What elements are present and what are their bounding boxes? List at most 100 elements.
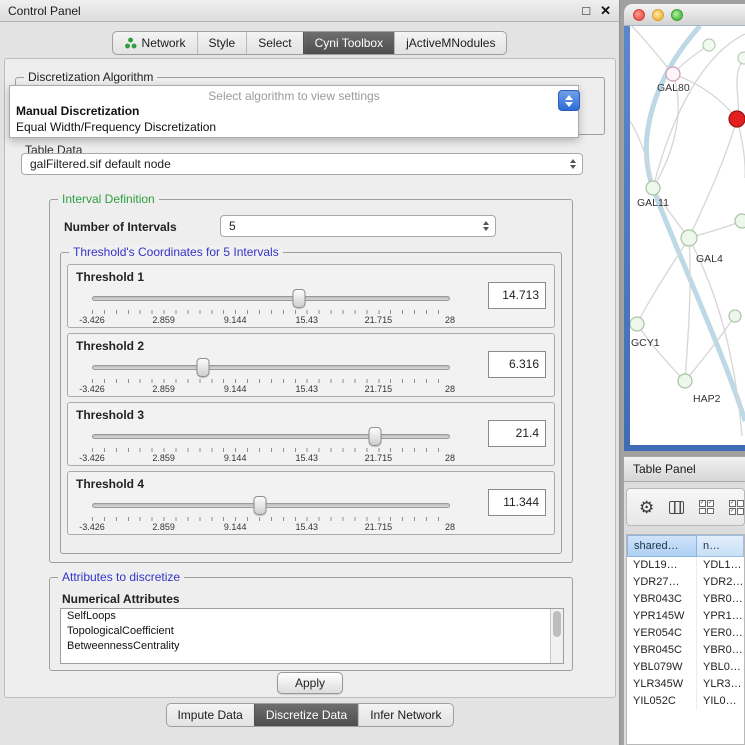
cell-shared-name[interactable]: YLR345W — [627, 676, 697, 693]
cell-shared-name[interactable]: YIL052C — [627, 693, 697, 710]
cell-shared-name[interactable]: YBL079W — [627, 659, 697, 676]
unselect-all-columns-icon[interactable]: ✓✓ — [729, 500, 744, 514]
close-window-icon[interactable]: ✕ — [600, 3, 611, 19]
network-edge[interactable] — [737, 58, 744, 119]
numerical-attributes-list[interactable]: SelfLoopsTopologicalCoefficientBetweenne… — [60, 608, 564, 664]
cell-shared-name[interactable]: YPR145W — [627, 608, 697, 625]
attribute-items: SelfLoopsTopologicalCoefficientBetweenne… — [61, 609, 563, 654]
tab-network[interactable]: Network — [113, 32, 197, 54]
node-attribute-table[interactable]: shared… n… YDL19…YDL1…YDR27…YDR2…YBR043C… — [626, 534, 745, 745]
network-node[interactable] — [738, 52, 745, 64]
minimize-traffic-light-icon[interactable] — [652, 9, 664, 21]
cell-name[interactable]: YIL0… — [697, 693, 744, 710]
cell-name[interactable]: YBR0… — [697, 642, 744, 659]
network-node[interactable] — [666, 67, 680, 81]
table-data-select[interactable]: galFiltered.sif default node — [21, 153, 583, 175]
table-row[interactable]: YDL19…YDL1… — [627, 557, 744, 574]
cell-shared-name[interactable]: YBR045C — [627, 642, 697, 659]
network-node[interactable] — [735, 214, 745, 228]
cell-name[interactable]: YER0… — [697, 625, 744, 642]
table-row[interactable]: YIL052CYIL0… — [627, 693, 744, 710]
cell-name[interactable]: YDR2… — [697, 574, 744, 591]
network-node[interactable] — [646, 181, 660, 195]
network-edge[interactable] — [637, 238, 689, 324]
slider-track[interactable] — [92, 434, 450, 439]
zoom-traffic-light-icon[interactable] — [671, 9, 683, 21]
tab-infer-network[interactable]: Infer Network — [358, 704, 452, 726]
network-edge[interactable] — [673, 74, 737, 119]
network-node[interactable] — [729, 111, 745, 127]
network-edge[interactable] — [685, 238, 690, 381]
network-edge[interactable] — [737, 119, 745, 178]
table-row[interactable]: YPR145WYPR1… — [627, 608, 744, 625]
table-row[interactable]: YBL079WYBL0… — [627, 659, 744, 676]
table-row[interactable]: YLR345WYLR3… — [627, 676, 744, 693]
attributes-list-scrollbar[interactable] — [550, 609, 563, 663]
network-edge[interactable] — [632, 26, 673, 74]
tab-style[interactable]: Style — [197, 32, 247, 54]
threshold-value-field-4[interactable]: 11.344 — [488, 489, 546, 516]
algorithm-select-stepper[interactable] — [558, 90, 580, 111]
attribute-item-selfloops[interactable]: SelfLoops — [61, 609, 563, 624]
network-node[interactable] — [729, 310, 741, 322]
cell-name[interactable]: YBL0… — [697, 659, 744, 676]
slider-track[interactable] — [92, 503, 450, 508]
column-header-name[interactable]: n… — [697, 535, 744, 557]
tab-jactivemnodules[interactable]: jActiveMNodules — [394, 32, 506, 54]
network-node[interactable] — [703, 39, 715, 51]
network-node[interactable] — [678, 374, 692, 388]
table-row[interactable]: YDR27…YDR2… — [627, 574, 744, 591]
table-row[interactable]: YBR043CYBR0… — [627, 591, 744, 608]
network-graph[interactable]: GAL80GAL11GAL4GCY1HAP2 — [630, 26, 745, 445]
slider-thumb[interactable] — [292, 289, 305, 308]
table-settings-gear-icon[interactable]: ⚙ — [639, 499, 654, 516]
apply-button[interactable]: Apply — [277, 672, 343, 694]
threshold-slider-1[interactable]: -3.4262.8599.14415.4321.71528 — [92, 289, 450, 325]
threshold-slider-2[interactable]: -3.4262.8599.14415.4321.71528 — [92, 358, 450, 394]
float-window-icon[interactable]: □ — [582, 3, 590, 18]
tab-select[interactable]: Select — [246, 32, 302, 54]
scale-tick-label: -3.426 — [79, 315, 105, 325]
tab-discretize-data[interactable]: Discretize Data — [254, 704, 358, 726]
network-edge[interactable] — [637, 324, 685, 381]
slider-track[interactable] — [92, 296, 450, 301]
scrollbar-thumb[interactable] — [553, 611, 561, 637]
slider-thumb[interactable] — [196, 358, 209, 377]
table-row[interactable]: YER054CYER0… — [627, 625, 744, 642]
network-canvas[interactable]: GAL80GAL11GAL4GCY1HAP2 — [630, 26, 745, 445]
column-header-shared-name[interactable]: shared… — [627, 535, 697, 557]
cell-name[interactable]: YBR0… — [697, 591, 744, 608]
threshold-value-field-1[interactable]: 14.713 — [488, 282, 546, 309]
network-node[interactable] — [681, 230, 697, 246]
number-of-intervals-select[interactable]: 5 — [220, 215, 496, 237]
threshold-slider-4[interactable]: -3.4262.8599.14415.4321.71528 — [92, 496, 450, 532]
tab-impute-data[interactable]: Impute Data — [166, 704, 253, 726]
network-node[interactable] — [630, 317, 644, 331]
cell-name[interactable]: YDL1… — [697, 557, 744, 574]
cell-name[interactable]: YLR3… — [697, 676, 744, 693]
close-traffic-light-icon[interactable] — [633, 9, 645, 21]
slider-thumb[interactable] — [254, 496, 267, 515]
threshold-slider-3[interactable]: -3.4262.8599.14415.4321.71528 — [92, 427, 450, 463]
dropdown-item-manual-discretization[interactable]: Manual Discretization — [10, 103, 578, 119]
show-columns-icon[interactable] — [669, 501, 683, 514]
top-tab-bar: NetworkStyleSelectCyni ToolboxjActiveMNo… — [112, 31, 508, 55]
network-edge[interactable] — [689, 119, 737, 238]
cell-shared-name[interactable]: YER054C — [627, 625, 697, 642]
scale-tick-label: 15.43 — [296, 384, 319, 394]
attribute-item-betweennesscentrality[interactable]: BetweennessCentrality — [61, 639, 563, 654]
slider-thumb[interactable] — [368, 427, 381, 446]
threshold-value-field-3[interactable]: 21.4 — [488, 420, 546, 447]
table-row[interactable]: YBR045CYBR0… — [627, 642, 744, 659]
cell-name[interactable]: YPR1… — [697, 608, 744, 625]
attribute-item-topologicalcoefficient[interactable]: TopologicalCoefficient — [61, 624, 563, 639]
cell-shared-name[interactable]: YDR27… — [627, 574, 697, 591]
network-edge[interactable] — [653, 34, 745, 188]
tab-cyni-toolbox[interactable]: Cyni Toolbox — [303, 32, 394, 54]
threshold-value-field-2[interactable]: 6.316 — [488, 351, 546, 378]
slider-track[interactable] — [92, 365, 450, 370]
cell-shared-name[interactable]: YBR043C — [627, 591, 697, 608]
select-all-columns-icon[interactable]: ✓✓ — [699, 500, 714, 514]
dropdown-item-equal-width-frequency-discretization[interactable]: Equal Width/Frequency Discretization — [10, 119, 578, 135]
cell-shared-name[interactable]: YDL19… — [627, 557, 697, 574]
